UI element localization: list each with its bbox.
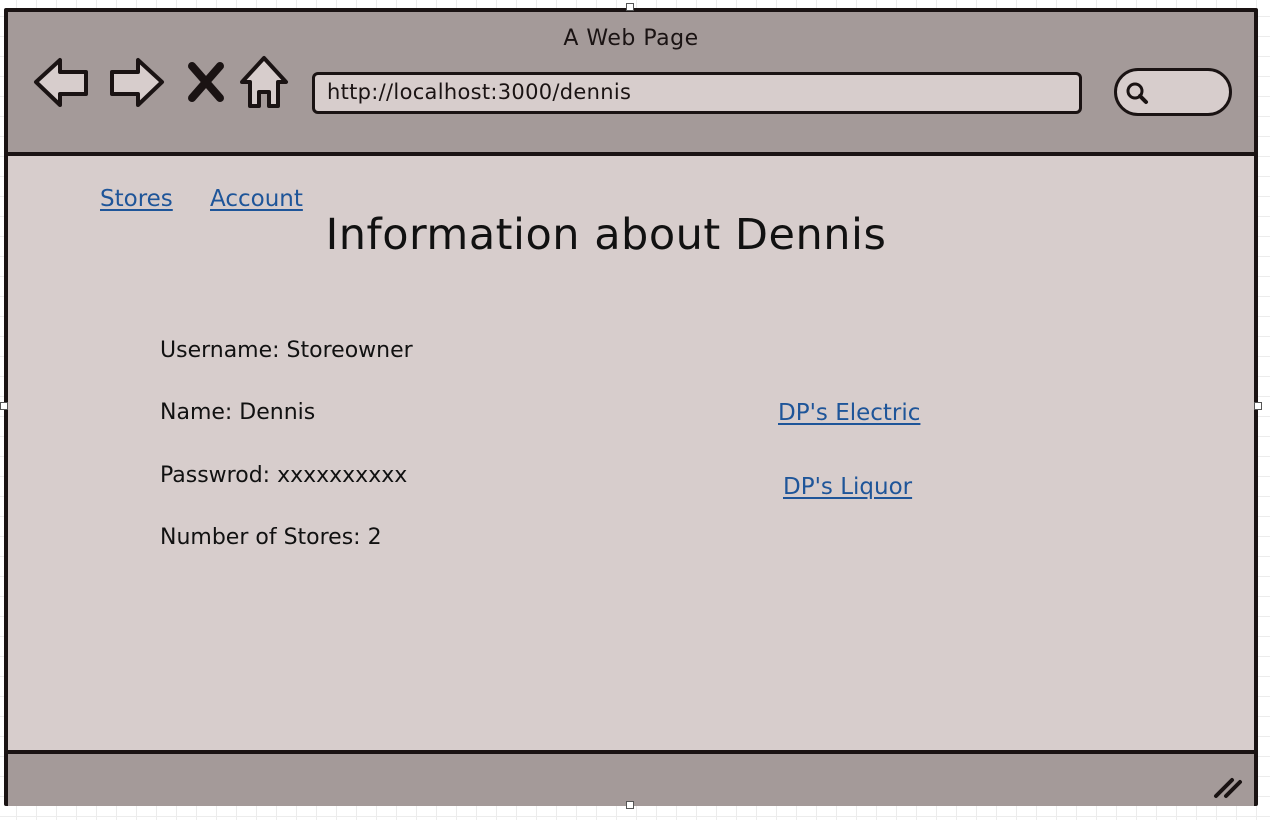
browser-search-field[interactable]	[1114, 68, 1232, 116]
home-icon[interactable]	[238, 54, 290, 114]
store-link-dps-liquor[interactable]: DP's Liquor	[783, 474, 912, 500]
nav-link-stores[interactable]: Stores	[100, 186, 173, 212]
selection-handle[interactable]	[1254, 402, 1262, 410]
store-link-dps-electric[interactable]: DP's Electric	[778, 400, 920, 426]
name-text: Name: Dennis	[160, 400, 316, 425]
close-x-icon[interactable]	[186, 60, 226, 120]
window-title: A Web Page	[563, 26, 699, 51]
browser-window: A Web Page http://localhost:3000/dennis …	[4, 8, 1258, 806]
nav-link-account[interactable]: Account	[210, 186, 303, 212]
status-bar	[8, 750, 1254, 806]
username-text: Username: Storeowner	[160, 338, 413, 363]
page-content: Stores Account Information about Dennis …	[8, 156, 1254, 750]
page-title: Information about Dennis	[325, 210, 887, 260]
back-arrow-icon[interactable]	[32, 52, 92, 112]
selection-handle[interactable]	[626, 801, 634, 809]
browser-toolbar: A Web Page http://localhost:3000/dennis	[8, 12, 1254, 156]
address-bar-url[interactable]: http://localhost:3000/dennis	[327, 80, 631, 104]
resize-grip-icon[interactable]	[1210, 772, 1244, 800]
selection-handle[interactable]	[0, 402, 8, 410]
address-bar[interactable]: http://localhost:3000/dennis	[312, 72, 1082, 114]
forward-arrow-icon[interactable]	[106, 52, 166, 112]
store-count-text: Number of Stores: 2	[160, 525, 382, 550]
password-text: Passwrod: xxxxxxxxxx	[160, 463, 408, 488]
selection-handle[interactable]	[626, 3, 634, 11]
search-icon	[1126, 82, 1148, 104]
